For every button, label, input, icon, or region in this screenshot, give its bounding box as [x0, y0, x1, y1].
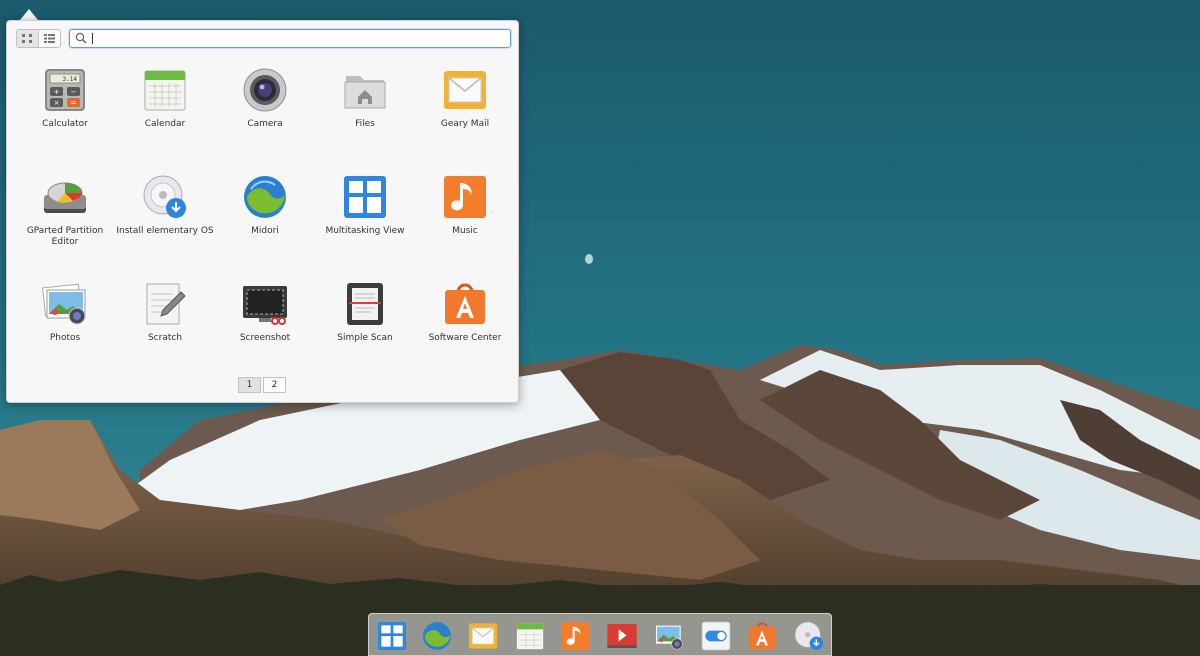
app-label: Photos — [49, 333, 81, 343]
svg-text:−: − — [71, 88, 77, 96]
music-icon — [444, 176, 486, 218]
app-camera[interactable]: Camera — [215, 66, 315, 130]
app-label: Geary Mail — [440, 119, 490, 129]
installer-icon — [143, 175, 186, 218]
grid-view-icon — [22, 34, 32, 43]
app-files[interactable]: Files — [315, 66, 415, 130]
app-label: Files — [355, 119, 375, 129]
svg-text:3.14: 3.14 — [63, 76, 78, 83]
scan-icon — [347, 283, 383, 325]
app-install-elementary[interactable]: Install elementary OS — [115, 173, 215, 237]
screenshot-icon — [243, 286, 287, 325]
search-icon — [75, 32, 87, 44]
app-label: Calculator — [42, 119, 88, 129]
midori-icon — [244, 176, 286, 218]
app-music[interactable]: Music — [415, 173, 515, 237]
app-gparted[interactable]: GParted Partition Editor — [15, 173, 115, 248]
app-label: GParted Partition Editor — [26, 226, 104, 247]
applications-menu: 3.14 + − × = Calculator Calendar Camera … — [6, 20, 519, 403]
svg-text:+: + — [54, 88, 60, 96]
app-label: Install elementary OS — [116, 226, 214, 236]
moon — [585, 254, 593, 264]
gparted-icon — [44, 182, 86, 213]
app-label: Screenshot — [239, 333, 291, 343]
app-scratch[interactable]: Scratch — [115, 280, 215, 344]
app-label: Software Center — [428, 333, 502, 343]
files-icon — [344, 76, 386, 109]
page-2-button[interactable]: 2 — [263, 377, 286, 393]
dock — [368, 613, 832, 656]
svg-text:=: = — [71, 99, 77, 107]
popover-arrow — [20, 9, 38, 20]
app-label: Multitasking View — [325, 226, 405, 236]
app-calculator[interactable]: 3.14 + − × = Calculator — [15, 66, 115, 130]
page-1-button[interactable]: 1 — [238, 377, 261, 393]
app-label: Midori — [251, 226, 279, 236]
category-view-icon — [44, 34, 55, 43]
search-field[interactable] — [69, 29, 511, 48]
calendar-icon[interactable] — [514, 620, 546, 652]
software-center-icon[interactable] — [746, 620, 778, 652]
mail-icon — [444, 71, 486, 109]
calendar-icon — [144, 70, 186, 111]
installer-icon[interactable] — [793, 620, 825, 652]
app-label: Scratch — [147, 333, 183, 343]
app-calendar[interactable]: Calendar — [115, 66, 215, 130]
app-label: Simple Scan — [337, 333, 393, 343]
search-input[interactable] — [90, 31, 500, 46]
music-icon[interactable] — [560, 620, 592, 652]
app-label: Calendar — [144, 119, 186, 129]
camera-icon — [243, 68, 287, 112]
grid-view-button[interactable] — [17, 30, 38, 47]
calculator-icon: 3.14 + − × = — [45, 69, 85, 111]
settings-toggle-icon[interactable] — [700, 620, 732, 652]
multitasking-icon[interactable] — [376, 620, 408, 652]
mail-icon[interactable] — [467, 620, 499, 652]
app-midori[interactable]: Midori — [215, 173, 315, 237]
photos-icon — [42, 283, 86, 325]
photos-icon[interactable] — [653, 620, 685, 652]
app-geary-mail[interactable]: Geary Mail — [415, 66, 515, 130]
app-label: Camera — [247, 119, 283, 129]
app-screenshot[interactable]: Screenshot — [215, 280, 315, 344]
svg-text:×: × — [54, 99, 60, 107]
app-photos[interactable]: Photos — [15, 280, 115, 344]
scratch-icon — [146, 283, 186, 325]
page-switcher: 1 2 — [238, 377, 286, 393]
view-mode-switch — [16, 29, 61, 48]
app-label: Music — [452, 226, 478, 236]
category-view-button[interactable] — [38, 30, 60, 47]
app-multitasking-view[interactable]: Multitasking View — [315, 173, 415, 237]
multitasking-icon — [344, 176, 386, 218]
text-cursor — [92, 33, 93, 44]
midori-icon[interactable] — [421, 620, 453, 652]
app-simple-scan[interactable]: Simple Scan — [315, 280, 415, 344]
app-software-center[interactable]: Software Center — [415, 280, 515, 344]
software-center-icon — [445, 283, 485, 324]
videos-icon[interactable] — [606, 620, 638, 652]
